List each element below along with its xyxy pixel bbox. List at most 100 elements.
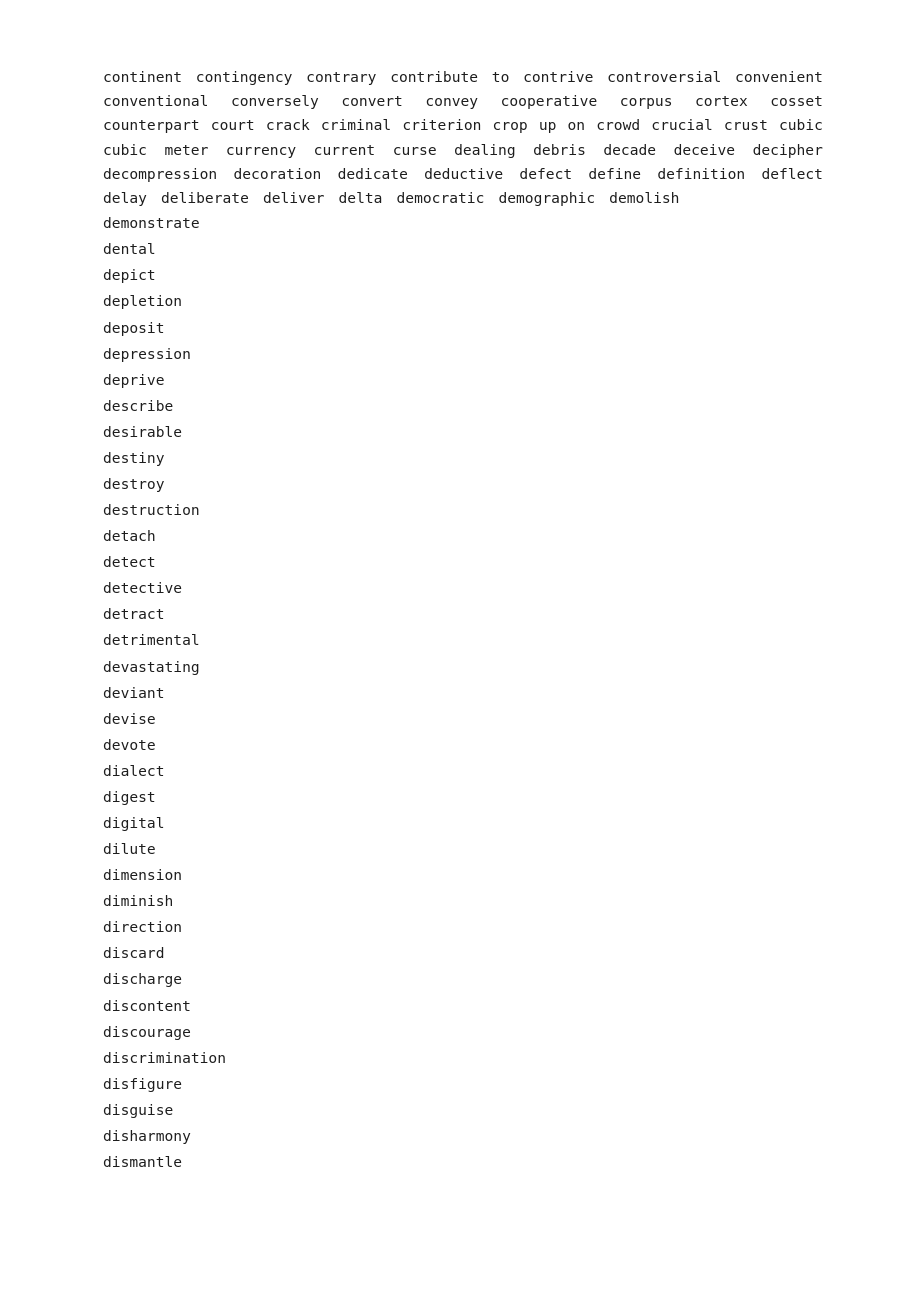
vocabulary-term: crowd xyxy=(596,117,641,135)
list-item: depletion xyxy=(103,289,823,315)
vocabulary-term: devote xyxy=(103,736,156,754)
vocabulary-term: dialect xyxy=(103,762,165,780)
list-item: discrimination xyxy=(103,1046,823,1072)
list-item: dismantle xyxy=(103,1150,823,1176)
list-item: deprive xyxy=(103,368,823,394)
list-item: digital xyxy=(103,811,823,837)
vocabulary-term: deliberate xyxy=(161,190,249,208)
list-item: demonstrate xyxy=(103,211,823,237)
list-item: depression xyxy=(103,342,823,368)
vocabulary-term: debris xyxy=(533,141,586,159)
vocabulary-term: diminish xyxy=(103,893,174,911)
vocabulary-term: deceive xyxy=(673,141,736,159)
vocabulary-term: dimension xyxy=(103,867,183,885)
vocabulary-term: delta xyxy=(338,190,383,208)
paragraph-line: cubic meter currency current curse dealing deb… xyxy=(103,139,823,163)
vocabulary-term: depict xyxy=(103,267,156,285)
vocabulary-term: counterpart xyxy=(103,117,200,135)
list-item: dialect xyxy=(103,759,823,785)
vocabulary-term: continent xyxy=(103,69,183,86)
list-item: desirable xyxy=(103,420,823,446)
list-item: dimension xyxy=(103,863,823,889)
vocabulary-term: devise xyxy=(103,710,156,728)
vocabulary-term: definition xyxy=(657,165,746,183)
list-item: discard xyxy=(103,941,823,967)
list-item: detect xyxy=(103,550,823,576)
document-page: continent contingency contrary contribute to… xyxy=(0,0,920,1302)
vocabulary-term: democratic xyxy=(396,190,485,208)
vocabulary-term: discourage xyxy=(103,1023,191,1041)
vocabulary-term: to xyxy=(491,69,510,86)
vocabulary-term: delay xyxy=(103,190,147,208)
vocabulary-term: controversial xyxy=(607,69,722,86)
list-item: depict xyxy=(103,263,823,289)
list-item: discontent xyxy=(103,994,823,1020)
list-item: describe xyxy=(103,394,823,420)
vocabulary-term: dedicate xyxy=(337,165,408,183)
vocabulary-term: conventional xyxy=(103,93,209,111)
list-item: disfigure xyxy=(103,1072,823,1098)
vocabulary-term: disharmony xyxy=(103,1127,191,1145)
list-item: deviant xyxy=(103,681,823,707)
vocabulary-term: decoration xyxy=(233,165,322,183)
vocabulary-term: demographic xyxy=(498,190,596,208)
vocabulary-term: criminal xyxy=(320,117,392,135)
vocabulary-term: cooperative xyxy=(500,93,598,111)
vocabulary-term: dental xyxy=(103,241,156,259)
vocabulary-paragraph: continent contingency contrary contribute to… xyxy=(103,66,823,211)
vocabulary-term: direction xyxy=(103,919,183,937)
vocabulary-term: disguise xyxy=(103,1101,174,1119)
list-item: detract xyxy=(103,602,823,628)
list-item: discourage xyxy=(103,1020,823,1046)
vocabulary-term: decompression xyxy=(103,165,218,183)
vocabulary-term: convey xyxy=(425,93,479,111)
vocabulary-term: cortex xyxy=(695,93,748,111)
list-item: diminish xyxy=(103,889,823,915)
paragraph-line: counterpart court crack criminal criterion cr… xyxy=(103,114,823,138)
list-item: disharmony xyxy=(103,1124,823,1150)
vocabulary-term: discharge xyxy=(103,971,183,989)
list-item: destruction xyxy=(103,498,823,524)
vocabulary-term: contrive xyxy=(523,69,594,86)
list-item: devise xyxy=(103,707,823,733)
vocabulary-term: on xyxy=(567,117,586,135)
vocabulary-term: detect xyxy=(103,554,156,572)
paragraph-line: conventional conversely convert convey coope… xyxy=(103,90,823,114)
vocabulary-term: dilute xyxy=(103,841,156,859)
vocabulary-term: cosset xyxy=(770,93,823,111)
vocabulary-term: dealing xyxy=(454,141,516,159)
vocabulary-term: depression xyxy=(103,345,191,363)
vocabulary-term: up xyxy=(538,117,557,135)
vocabulary-term: crust xyxy=(723,117,768,135)
vocabulary-term: crop xyxy=(492,117,528,135)
vocabulary-term: depletion xyxy=(103,293,183,311)
vocabulary-term: contribute xyxy=(390,69,479,86)
list-item: direction xyxy=(103,915,823,941)
list-item: digest xyxy=(103,785,823,811)
list-item: disguise xyxy=(103,1098,823,1124)
vocabulary-term: criterion xyxy=(402,117,482,135)
list-item: deposit xyxy=(103,316,823,342)
list-item: detective xyxy=(103,576,823,602)
vocabulary-term: destiny xyxy=(103,449,165,467)
vocabulary-term: contingency xyxy=(195,69,293,86)
vocabulary-term: desirable xyxy=(103,423,183,441)
vocabulary-term: detective xyxy=(103,580,183,598)
list-item: destroy xyxy=(103,472,823,498)
vocabulary-term: digest xyxy=(103,788,156,806)
vocabulary-term: demolish xyxy=(609,190,680,208)
list-item: dilute xyxy=(103,837,823,863)
vocabulary-term: deprive xyxy=(103,371,165,389)
paragraph-line: delay deliberate deliver delta democrati… xyxy=(103,187,823,211)
vocabulary-term: detract xyxy=(103,606,165,624)
vocabulary-term: dismantle xyxy=(103,1154,183,1172)
vocabulary-term: deflect xyxy=(761,165,823,183)
vocabulary-term: demonstrate xyxy=(103,215,200,233)
vocabulary-term: destroy xyxy=(103,476,165,493)
vocabulary-term: cubic xyxy=(103,141,147,159)
vocabulary-term: digital xyxy=(103,815,165,833)
vocabulary-term: crack xyxy=(265,117,310,135)
vocabulary-term: conversely xyxy=(230,93,319,111)
vocabulary-term: define xyxy=(588,165,642,183)
vocabulary-term: defect xyxy=(519,165,573,183)
